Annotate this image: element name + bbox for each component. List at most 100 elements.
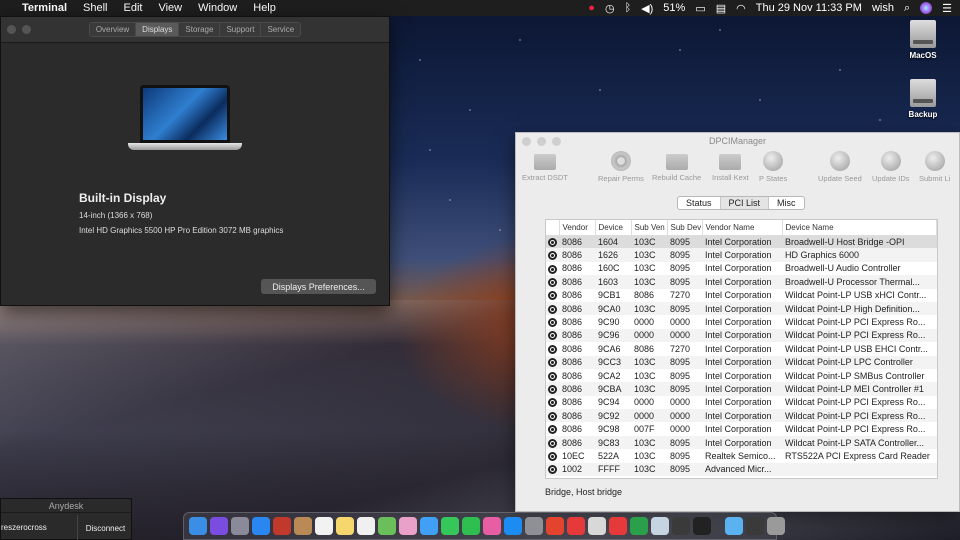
user-name[interactable]: wish — [872, 2, 894, 14]
lookup-cell[interactable] — [546, 262, 559, 275]
desktop-drive-macos[interactable]: MacOS — [898, 20, 948, 60]
table-row[interactable]: 8086 1603 103C 8095 Intel Corporation Broadwe… — [546, 275, 937, 289]
tab-service[interactable]: Service — [261, 23, 301, 36]
dock-messages-blue-icon[interactable] — [420, 517, 438, 535]
menu-view[interactable]: View — [158, 2, 182, 14]
magnifier-icon[interactable] — [548, 385, 557, 395]
tab-storage[interactable]: Storage — [179, 23, 221, 36]
update-ids-button[interactable]: Update IDs — [872, 151, 910, 183]
dock-itunes-icon[interactable] — [483, 517, 501, 535]
volume-icon[interactable]: ◀) — [641, 2, 653, 15]
column-header[interactable]: Vendor — [559, 220, 596, 236]
menu-window[interactable]: Window — [198, 2, 237, 14]
table-row[interactable]: 8086 9C90 0000 0000 Intel Corporation Wildcat… — [546, 315, 937, 328]
dock-photos-icon[interactable] — [399, 517, 417, 535]
lookup-cell[interactable] — [546, 449, 559, 462]
magnifier-icon[interactable] — [548, 251, 557, 261]
dock-terminal-icon[interactable] — [693, 517, 711, 535]
dock-notes-icon[interactable] — [336, 517, 354, 535]
dock-activity-monitor-icon[interactable] — [672, 517, 690, 535]
dock-siri-icon[interactable] — [210, 517, 228, 535]
magnifier-icon[interactable] — [548, 371, 557, 381]
magnifier-icon[interactable] — [548, 238, 557, 247]
p-states-button[interactable]: P States — [759, 151, 787, 183]
lookup-cell[interactable] — [546, 315, 559, 328]
magnifier-icon[interactable] — [548, 438, 557, 448]
dock-acrobat-icon[interactable] — [588, 517, 606, 535]
close-button[interactable] — [7, 25, 16, 34]
input-menu-icon[interactable]: ▤ — [716, 2, 726, 15]
dock-finder-icon[interactable] — [189, 517, 207, 535]
desktop-drive-backup[interactable]: Backup — [898, 79, 948, 119]
tab-status[interactable]: Status — [678, 197, 721, 209]
magnifier-icon[interactable] — [548, 304, 557, 314]
dock-launchpad-icon[interactable] — [231, 517, 249, 535]
antivirus-icon[interactable]: ● — [588, 2, 595, 14]
magnifier-icon[interactable] — [548, 425, 557, 435]
dock-messages-icon[interactable] — [441, 517, 459, 535]
update-seed-button[interactable]: Update Seed — [818, 151, 862, 183]
disconnect-button[interactable]: Disconnect — [77, 515, 133, 540]
dock-calendar-icon[interactable] — [315, 517, 333, 535]
table-row[interactable]: 10EC 522A 103C 8095 Realtek Semico... RTS522A… — [546, 449, 937, 462]
table-row[interactable]: 8086 1626 103C 8095 Intel Corporation HD Grap… — [546, 248, 937, 262]
dock-reminders-icon[interactable] — [357, 517, 375, 535]
rebuild-cache-button[interactable]: Rebuild Cache — [652, 151, 701, 182]
menu-help[interactable]: Help — [253, 2, 276, 14]
dock-system-preferences-icon[interactable] — [525, 517, 543, 535]
lookup-cell[interactable] — [546, 342, 559, 355]
bluetooth-icon[interactable]: ᛒ — [625, 2, 632, 14]
dock-preview-icon[interactable] — [651, 517, 669, 535]
dock-trash-icon[interactable] — [767, 517, 785, 535]
table-row[interactable]: 8086 9C83 103C 8095 Intel Corporation Wildcat… — [546, 435, 937, 450]
tab-misc[interactable]: Misc — [769, 197, 804, 209]
tab-displays[interactable]: Displays — [136, 23, 180, 36]
magnifier-icon[interactable] — [548, 411, 557, 421]
table-row[interactable]: 8086 9C92 0000 0000 Intel Corporation Wildcat… — [546, 409, 937, 423]
column-header[interactable]: Device — [595, 220, 632, 236]
lookup-cell[interactable] — [546, 369, 559, 382]
magnifier-icon[interactable] — [548, 277, 557, 287]
battery-icon[interactable]: ▭ — [695, 2, 705, 15]
table-row[interactable]: 8086 9C98 007F 0000 Intel Corporation Wildcat… — [546, 422, 937, 435]
zoom-button[interactable] — [552, 137, 561, 146]
table-row[interactable]: 8086 9CC3 103C 8095 Intel Corporation Wildcat… — [546, 355, 937, 369]
column-header[interactable] — [546, 220, 560, 236]
table-row[interactable]: 8086 9CBA 103C 8095 Intel Corporation Wildcat… — [546, 382, 937, 396]
menu-shell[interactable]: Shell — [83, 2, 107, 14]
lookup-cell[interactable] — [546, 409, 559, 423]
close-button[interactable] — [522, 137, 531, 146]
menu-app-terminal[interactable]: Terminal — [22, 2, 67, 14]
magnifier-icon[interactable] — [548, 318, 557, 328]
column-header[interactable]: Vendor Name — [702, 220, 783, 236]
extract-dsdt-button[interactable]: Extract DSDT — [522, 151, 568, 182]
lookup-cell[interactable] — [546, 235, 559, 249]
tab-overview[interactable]: Overview — [89, 23, 137, 36]
table-row[interactable]: 8086 9CA0 103C 8095 Intel Corporation Wildcat… — [546, 301, 937, 316]
lookup-cell[interactable] — [546, 382, 559, 396]
lookup-cell[interactable] — [546, 422, 559, 435]
tab-support[interactable]: Support — [220, 23, 262, 36]
lookup-cell[interactable] — [546, 462, 559, 477]
table-row[interactable]: 8086 9CB1 8086 7270 Intel Corporation Wildcat… — [546, 289, 937, 302]
dock-anydesk-icon[interactable] — [567, 517, 585, 535]
minimize-button[interactable] — [22, 25, 31, 34]
minimize-button[interactable] — [537, 137, 546, 146]
column-header[interactable]: Sub Ven — [631, 220, 668, 236]
lookup-cell[interactable] — [546, 275, 559, 289]
table-row[interactable]: 8086 9CA2 103C 8095 Intel Corporation Wildcat… — [546, 369, 937, 382]
lookup-cell[interactable] — [546, 435, 559, 450]
magnifier-icon[interactable] — [548, 264, 557, 274]
table-row[interactable]: 8086 1604 103C 8095 Intel Corporation Broadwe… — [546, 235, 937, 249]
submit-button[interactable]: Submit Li — [919, 151, 950, 183]
table-row[interactable]: 8086 9C94 0000 0000 Intel Corporation Wildcat… — [546, 396, 937, 409]
table-row[interactable]: 8086 160C 103C 8095 Intel Corporation Broadwe… — [546, 262, 937, 275]
notification-center-icon[interactable]: ☰ — [942, 2, 952, 15]
magnifier-icon[interactable] — [548, 344, 557, 354]
magnifier-icon[interactable] — [548, 358, 557, 368]
dock-screenshots-icon[interactable] — [746, 517, 764, 535]
lookup-cell[interactable] — [546, 301, 559, 316]
clock[interactable]: Thu 29 Nov 11:33 PM — [756, 2, 862, 14]
tab-pci-list[interactable]: PCI List — [720, 197, 770, 209]
dock-photo-booth-icon[interactable] — [273, 517, 291, 535]
